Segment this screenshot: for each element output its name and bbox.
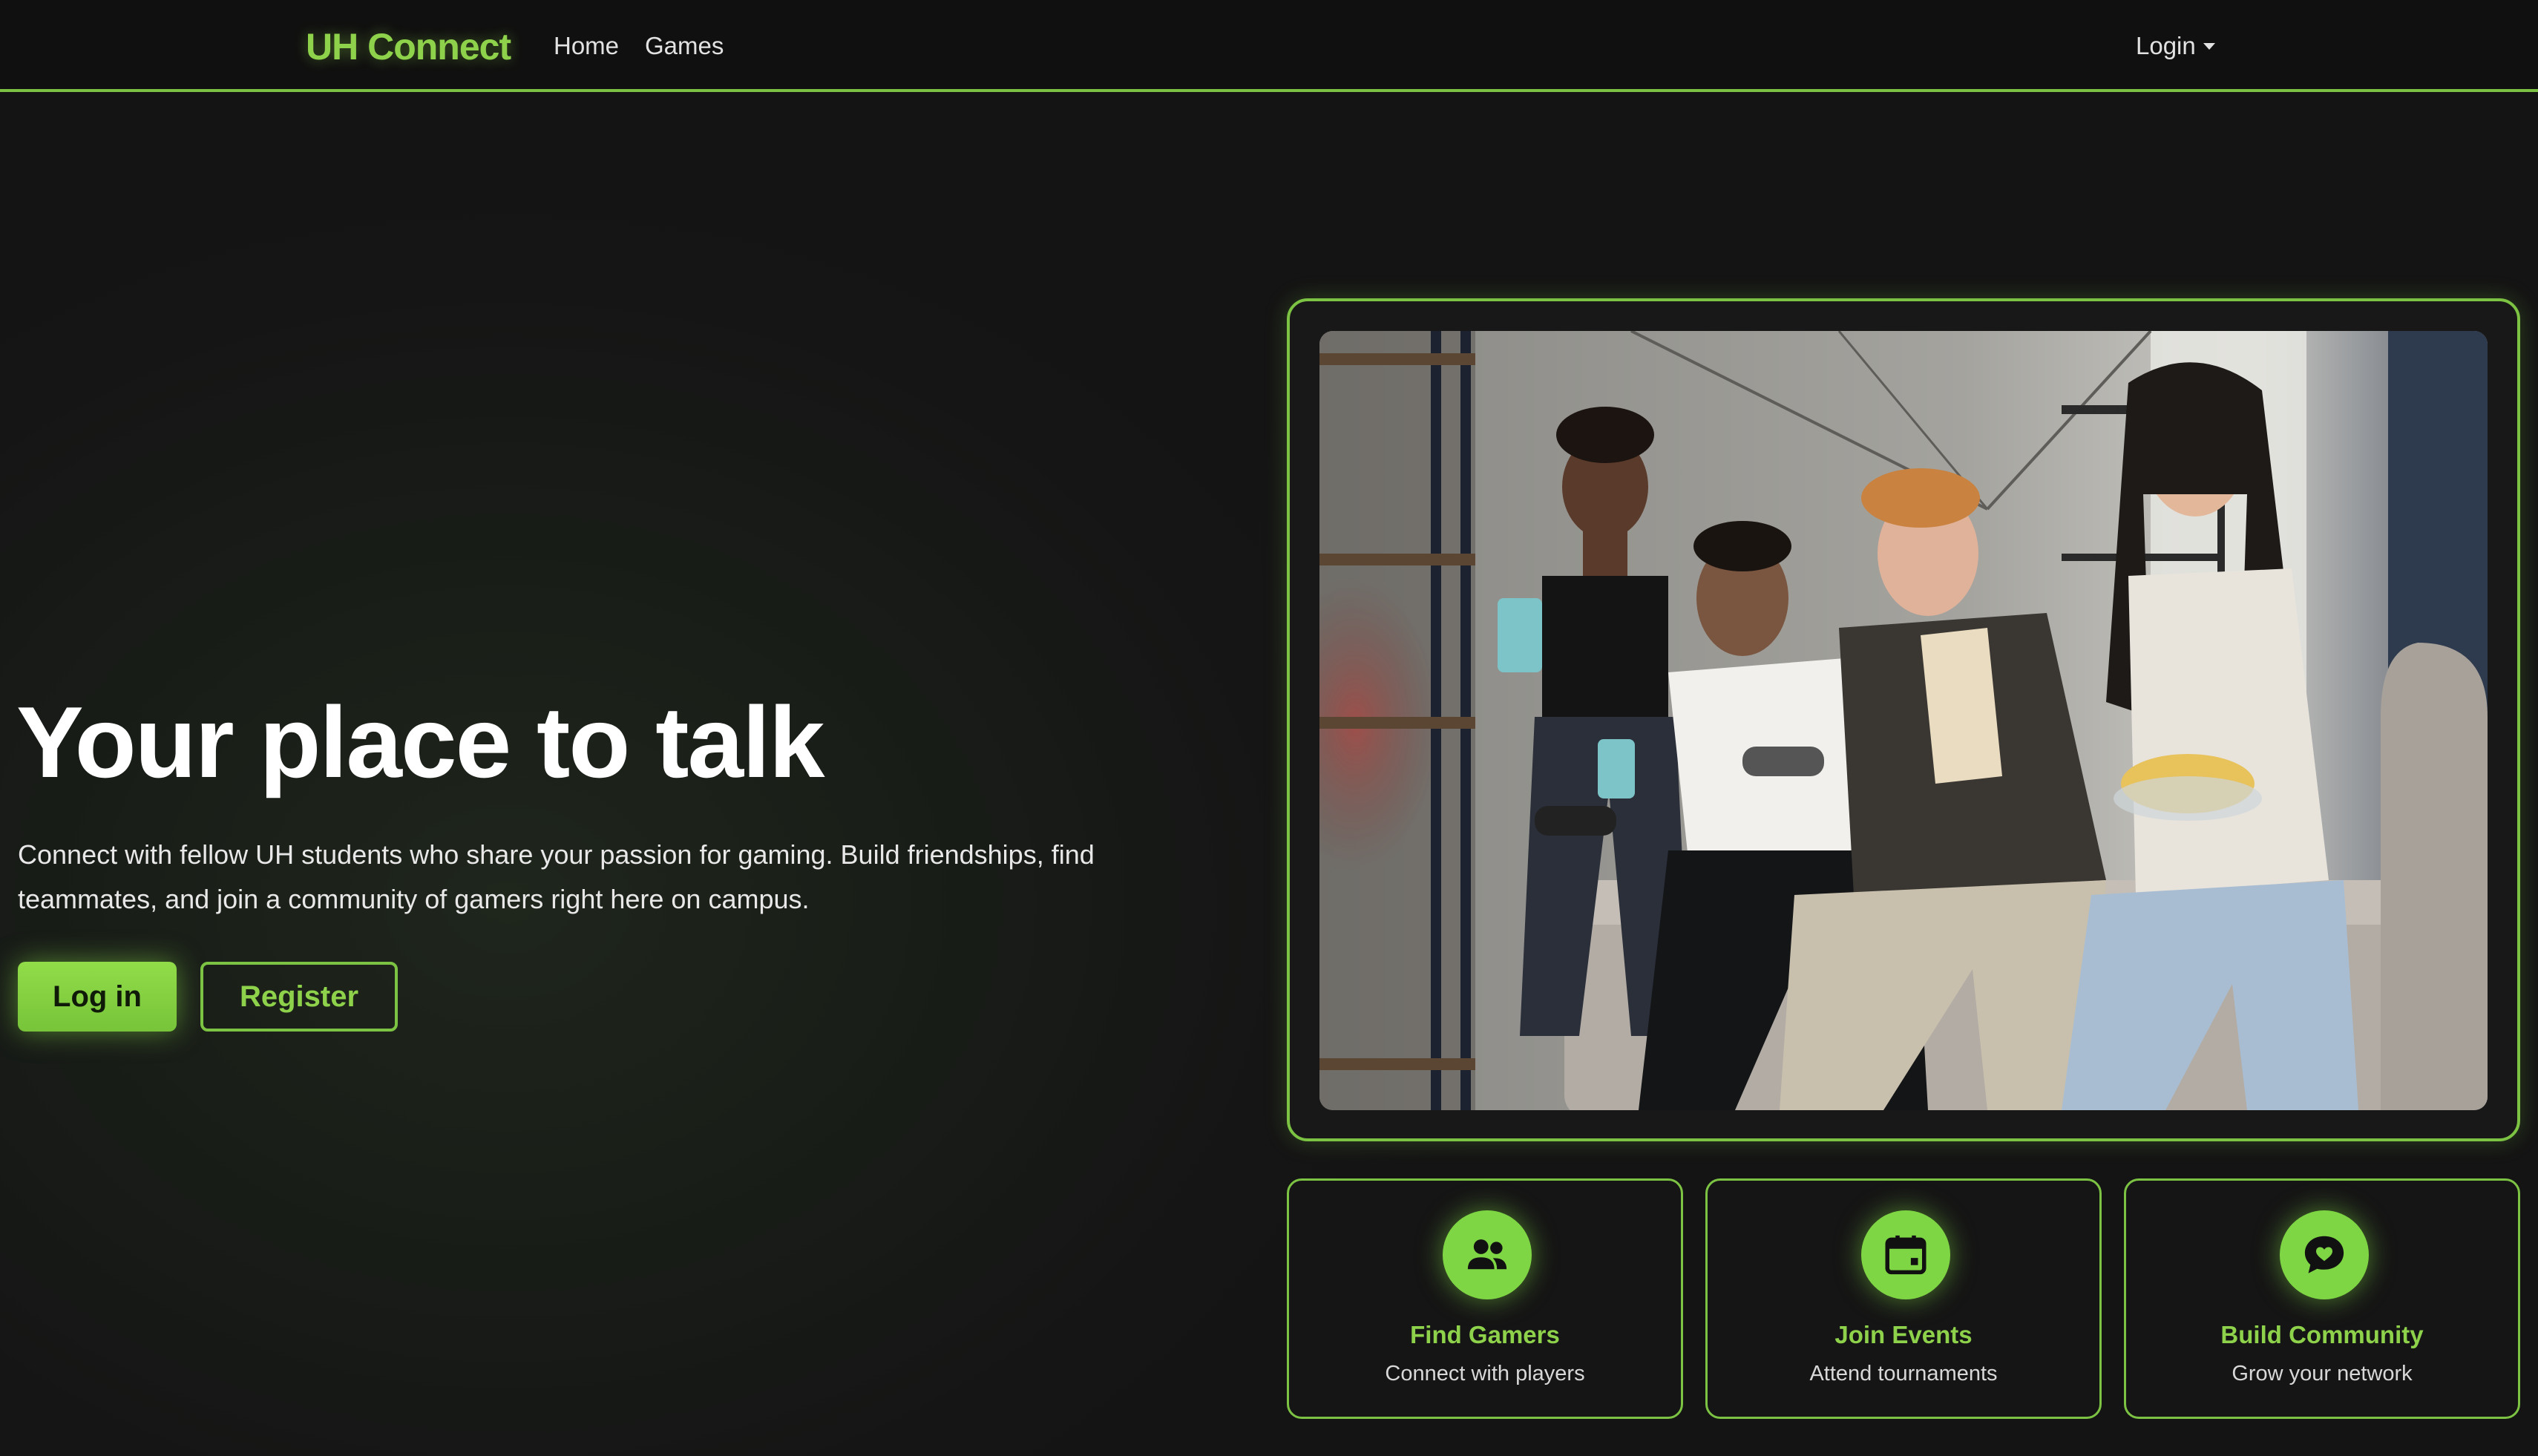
hero-photo	[1319, 331, 2488, 1110]
feature-subtitle: Connect with players	[1385, 1362, 1585, 1386]
feature-card-join-events: Join Events Attend tournaments	[1705, 1178, 2102, 1419]
feature-title: Join Events	[1834, 1321, 1973, 1348]
feature-title: Find Gamers	[1410, 1321, 1560, 1348]
caret-down-icon	[2203, 42, 2215, 50]
login-dropdown[interactable]: Login	[2136, 28, 2215, 64]
login-button[interactable]: Log in	[18, 962, 177, 1032]
hero-description: Connect with fellow UH students who shar…	[18, 839, 1095, 914]
feature-subtitle: Grow your network	[2232, 1362, 2413, 1386]
brand-logo[interactable]: UH Connect	[306, 21, 511, 73]
register-button[interactable]: Register	[200, 962, 398, 1032]
feature-subtitle: Attend tournaments	[1809, 1362, 1998, 1386]
nav-link-games[interactable]: Games	[645, 28, 724, 64]
feature-card-build-community: Build Community Grow your network	[2124, 1178, 2520, 1419]
gamers-photo-illustration	[1319, 331, 2488, 1110]
nav-link-home[interactable]: Home	[554, 28, 619, 64]
login-dropdown-label: Login	[2136, 32, 2196, 59]
feature-card-find-gamers: Find Gamers Connect with players	[1287, 1178, 1683, 1419]
navbar: UH Connect Home Games Login	[0, 0, 2538, 92]
chat-heart-icon	[2280, 1210, 2369, 1299]
hero-title: Your place to talk	[16, 686, 825, 798]
users-icon	[1443, 1210, 1532, 1299]
calendar-icon	[1861, 1210, 1950, 1299]
feature-title: Build Community	[2220, 1321, 2424, 1348]
